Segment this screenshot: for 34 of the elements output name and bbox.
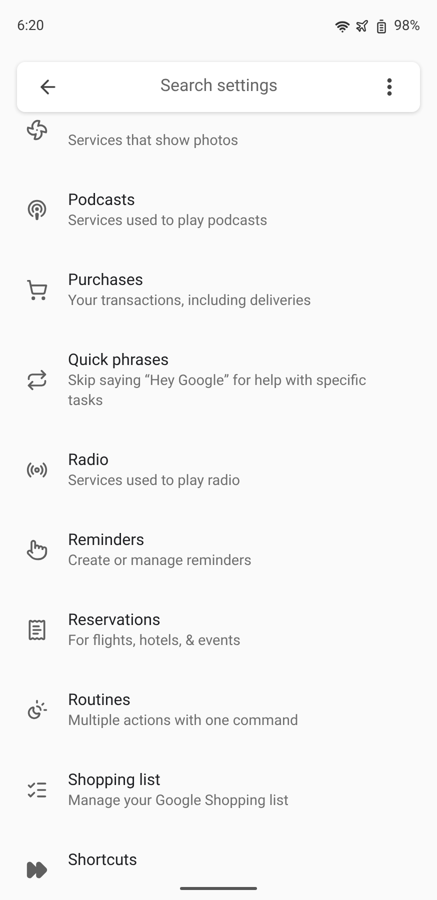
battery-icon xyxy=(374,18,389,34)
search-field[interactable]: Search settings xyxy=(59,74,379,100)
item-subtitle: Multiple actions with one command xyxy=(68,711,298,731)
status-time: 6:20 xyxy=(17,16,44,36)
item-subtitle: Skip saying “Hey Google” for help with specific tasks xyxy=(68,371,368,411)
receipt-icon xyxy=(26,619,48,641)
item-subtitle: For flights, hotels, & events xyxy=(68,631,240,651)
airplane-icon xyxy=(355,19,369,33)
item-title[interactable]: Routines xyxy=(68,689,298,711)
item-subtitle: Create or manage reminders xyxy=(68,551,252,571)
item-title[interactable]: Shopping list xyxy=(68,769,288,791)
sun-moon-icon xyxy=(26,699,48,721)
search-bar[interactable]: Search settings xyxy=(17,62,420,112)
item-title[interactable]: Podcasts xyxy=(68,189,268,211)
item-subtitle: Your transactions, including deliveries xyxy=(68,291,311,311)
item-subtitle: Services that show photos xyxy=(68,131,238,151)
item-subtitle: Services used to play radio xyxy=(68,471,240,491)
battery-percent: 98% xyxy=(394,16,420,36)
podcast-icon xyxy=(26,199,48,221)
item-title[interactable]: Shortcuts xyxy=(68,849,138,871)
wifi-icon xyxy=(335,18,350,34)
item-subtitle: Manage your Google Shopping list xyxy=(68,791,288,811)
item-title[interactable]: Reminders xyxy=(68,529,252,551)
pinwheel-icon xyxy=(26,119,48,141)
item-title[interactable]: Reservations xyxy=(68,609,240,631)
cart-icon xyxy=(26,279,48,301)
hand-icon xyxy=(26,539,48,561)
repeat-icon xyxy=(26,369,48,391)
item-title[interactable]: Quick phrases xyxy=(68,349,390,371)
item-title[interactable]: Purchases xyxy=(68,269,311,291)
item-title[interactable]: Radio xyxy=(68,449,240,471)
more-icon xyxy=(387,78,392,96)
fast-forward-icon xyxy=(26,859,48,881)
item-subtitle: Services used to play podcasts xyxy=(68,211,268,231)
